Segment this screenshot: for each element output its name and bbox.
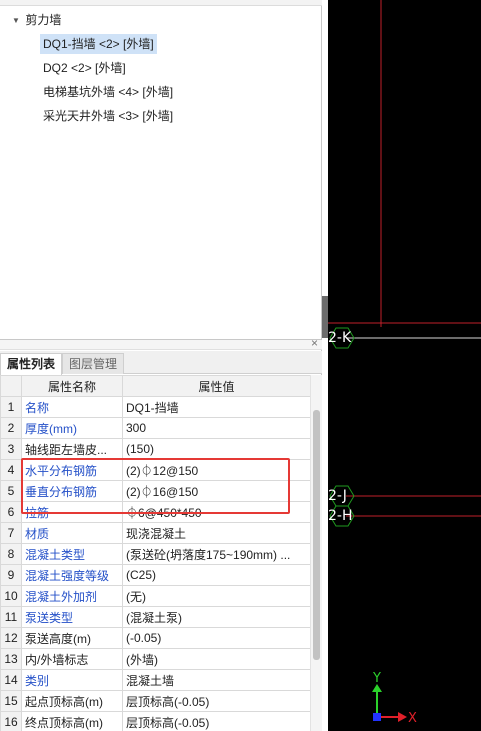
property-value[interactable]: (-0.05) [122, 627, 311, 649]
table-row[interactable]: 14 类别 混凝土墙 [0, 669, 311, 691]
axis-label-2k: 2-K [328, 330, 352, 346]
property-name: 水平分布钢筋 [21, 459, 123, 481]
row-index: 8 [0, 543, 22, 565]
row-index: 14 [0, 669, 22, 691]
row-index: 9 [0, 564, 22, 586]
table-row[interactable]: 8 混凝土类型 (泵送砼(坍落度175~190mm) ... [0, 543, 311, 565]
row-index: 10 [0, 585, 22, 607]
property-name: 终点顶标高(m) [21, 711, 123, 731]
property-name: 混凝土外加剂 [21, 585, 123, 607]
table-row[interactable]: 5 垂直分布钢筋 (2)⏀16@150 [0, 480, 311, 502]
row-index: 1 [0, 396, 22, 418]
property-value[interactable]: 混凝土墙 [122, 669, 311, 691]
property-value[interactable]: (C25) [122, 564, 311, 586]
property-name: 混凝土类型 [21, 543, 123, 565]
tab-property-list[interactable]: 属性列表 [0, 353, 63, 375]
tab-layer-management[interactable]: 图层管理 [62, 353, 125, 374]
component-tree: ▼ 剪力墙 DQ1-挡墙 <2> [外墙] DQ2 <2> [外墙] 电梯基坑外… [0, 8, 310, 338]
property-value[interactable]: DQ1-挡墙 [122, 396, 311, 418]
property-value[interactable]: (外墙) [122, 648, 311, 670]
close-icon[interactable]: × [311, 337, 318, 349]
table-row[interactable]: 9 混凝土强度等级 (C25) [0, 564, 311, 586]
table-header-row: 属性名称 属性值 [0, 375, 311, 397]
canvas-drawing: Y X [328, 0, 481, 726]
property-name: 泵送类型 [21, 606, 123, 628]
tree-item-elevator-pit-wall[interactable]: 电梯基坑外墙 <4> [外墙] [40, 82, 176, 102]
property-value[interactable]: (150) [122, 438, 311, 460]
table-row[interactable]: 16 终点顶标高(m) 层顶标高(-0.05) [0, 711, 311, 731]
property-name: 拉筋 [21, 501, 123, 523]
property-name: 垂直分布钢筋 [21, 480, 123, 502]
index-header [0, 375, 22, 397]
property-value[interactable]: ⏀6@450*450 [122, 501, 311, 523]
property-name: 泵送高度(m) [21, 627, 123, 649]
row-index: 15 [0, 690, 22, 712]
tree-group-label: 剪力墙 [25, 13, 62, 27]
table-row[interactable]: 4 水平分布钢筋 (2)⏀12@150 [0, 459, 311, 481]
property-value[interactable]: 层顶标高(-0.05) [122, 690, 311, 712]
property-name: 材质 [21, 522, 123, 544]
caret-down-icon[interactable]: ▼ [12, 11, 22, 31]
vertical-scrollbar[interactable] [310, 375, 322, 731]
property-table: 属性名称 属性值 1 名称 DQ1-挡墙 2 厚度(mm) 300 3 轴线距左墙皮... (1… [0, 375, 311, 731]
property-value[interactable]: (2)⏀12@150 [122, 459, 311, 481]
property-value[interactable]: (2)⏀16@150 [122, 480, 311, 502]
table-row[interactable]: 15 起点顶标高(m) 层顶标高(-0.05) [0, 690, 311, 712]
property-panel: × 属性列表 图层管理 属性名称 属性值 1 名称 DQ1-挡墙 2 厚度(mm) 300… [0, 337, 322, 731]
row-index: 4 [0, 459, 22, 481]
row-index: 3 [0, 438, 22, 460]
axis-label-2h: 2-H [328, 508, 353, 524]
property-name: 混凝土强度等级 [21, 564, 123, 586]
row-index: 16 [0, 711, 22, 731]
table-row[interactable]: 7 材质 现浇混凝土 [0, 522, 311, 544]
panel-header: × [0, 337, 322, 350]
column-header-value: 属性值 [122, 375, 311, 397]
property-value[interactable]: (泵送砼(坍落度175~190mm) ... [122, 543, 311, 565]
axis-label-2j: 2-J [328, 488, 347, 504]
row-index: 2 [0, 417, 22, 439]
property-name: 厚度(mm) [21, 417, 123, 439]
drawing-canvas[interactable]: Y X 2-K 2-J 2-H [328, 0, 481, 731]
table-row[interactable]: 13 内/外墙标志 (外墙) [0, 648, 311, 670]
ucs-x-label: X [408, 711, 417, 726]
table-row[interactable]: 12 泵送高度(m) (-0.05) [0, 627, 311, 649]
table-row[interactable]: 11 泵送类型 (混凝土泵) [0, 606, 311, 628]
table-row[interactable]: 3 轴线距左墙皮... (150) [0, 438, 311, 460]
tree-group-shear-wall[interactable]: ▼ 剪力墙 [12, 10, 61, 30]
panel-tabs: 属性列表 图层管理 [0, 351, 322, 375]
row-index: 7 [0, 522, 22, 544]
property-name: 内/外墙标志 [21, 648, 123, 670]
property-name: 起点顶标高(m) [21, 690, 123, 712]
property-value[interactable]: (混凝土泵) [122, 606, 311, 628]
property-value[interactable]: 层顶标高(-0.05) [122, 711, 311, 731]
table-row[interactable]: 6 拉筋 ⏀6@450*450 [0, 501, 311, 523]
table-row[interactable]: 1 名称 DQ1-挡墙 [0, 396, 311, 418]
property-name: 名称 [21, 396, 123, 418]
left-panel: ▼ 剪力墙 DQ1-挡墙 <2> [外墙] DQ2 <2> [外墙] 电梯基坑外… [0, 0, 322, 731]
ucs-origin-icon [373, 713, 381, 721]
property-value[interactable]: 300 [122, 417, 311, 439]
row-index: 5 [0, 480, 22, 502]
property-name: 类别 [21, 669, 123, 691]
table-row[interactable]: 2 厚度(mm) 300 [0, 417, 311, 439]
scrollbar-thumb[interactable] [313, 410, 320, 660]
tree-item-dq2[interactable]: DQ2 <2> [外墙] [40, 58, 129, 78]
table-row[interactable]: 10 混凝土外加剂 (无) [0, 585, 311, 607]
tree-item-dq1[interactable]: DQ1-挡墙 <2> [外墙] [40, 34, 157, 54]
property-value[interactable]: 现浇混凝土 [122, 522, 311, 544]
row-index: 11 [0, 606, 22, 628]
row-index: 13 [0, 648, 22, 670]
row-index: 12 [0, 627, 22, 649]
tree-item-lightwell-wall[interactable]: 采光天井外墙 <3> [外墙] [40, 106, 176, 126]
property-name: 轴线距左墙皮... [21, 438, 123, 460]
search-strip[interactable] [0, 0, 322, 6]
column-header-name: 属性名称 [21, 375, 123, 397]
property-value[interactable]: (无) [122, 585, 311, 607]
ucs-x-arrow-icon [398, 712, 407, 722]
ucs-y-label: Y [372, 671, 381, 686]
row-index: 6 [0, 501, 22, 523]
